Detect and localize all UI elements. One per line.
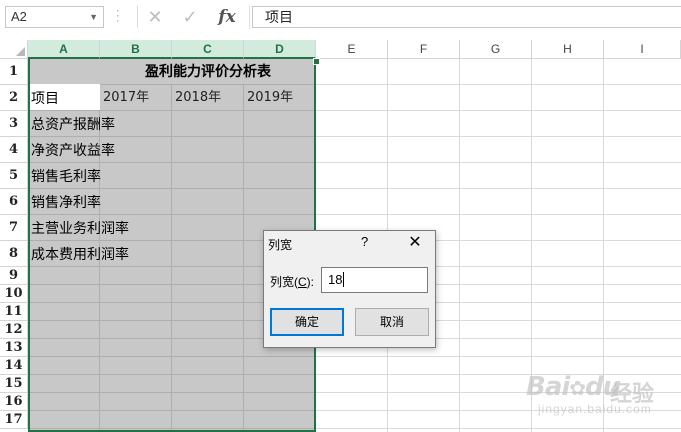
item-cell: 主营业务利润率 [31, 220, 129, 236]
column-header-c[interactable]: C [172, 40, 244, 59]
chevron-down-icon[interactable]: ▼ [89, 7, 98, 27]
select-all-button[interactable] [0, 40, 28, 59]
row-header[interactable]: 14 [0, 357, 28, 375]
column-header-b[interactable]: B [100, 40, 172, 59]
item-cell: 总资产报酬率 [31, 116, 115, 132]
row-header[interactable]: 16 [0, 393, 28, 411]
column-width-label: 列宽(C): [270, 273, 314, 290]
gridline [459, 59, 460, 432]
row-header[interactable]: 7 [0, 215, 28, 241]
header-item-cell: 项目 [31, 90, 59, 106]
item-cell: 成本费用利润率 [31, 246, 129, 262]
ok-button[interactable]: 确定 [270, 308, 344, 336]
text-cursor [343, 272, 345, 287]
item-cell: 销售毛利率 [31, 168, 101, 184]
label-suffix: ): [306, 275, 315, 289]
row-header[interactable]: 13 [0, 339, 28, 357]
close-icon[interactable]: ✕ [406, 232, 424, 252]
column-header-e[interactable]: E [316, 40, 388, 59]
row-header[interactable]: 6 [0, 189, 28, 215]
paw-icon: ✿ [569, 376, 586, 400]
column-width-dialog: 列宽 ? ✕ 列宽(C): 18 确定 取消 [263, 230, 436, 348]
baidu-watermark: Bai✿du 经验 jingyan.baidu.com [518, 370, 678, 425]
gridline [243, 85, 244, 432]
label-prefix: 列宽( [270, 275, 298, 289]
gridline [28, 410, 316, 411]
watermark-url: jingyan.baidu.com [538, 402, 652, 416]
row-header[interactable]: 1 [0, 59, 28, 85]
row-header[interactable]: 11 [0, 303, 28, 321]
item-cell: 销售净利率 [31, 194, 101, 210]
gridline [28, 356, 316, 357]
column-header-g[interactable]: G [460, 40, 532, 59]
column-header-h[interactable]: H [532, 40, 604, 59]
row-header[interactable]: 8 [0, 241, 28, 267]
gridline [171, 85, 172, 432]
row-header[interactable]: 9 [0, 267, 28, 285]
row-header[interactable]: 12 [0, 321, 28, 339]
enter-icon[interactable]: ✓ [175, 6, 205, 28]
column-header-i[interactable]: I [604, 40, 681, 59]
item-cell: 净资产收益率 [31, 142, 115, 158]
column-width-input[interactable]: 18 [321, 267, 428, 293]
formula-input[interactable]: 项目 [252, 6, 681, 28]
row-header[interactable]: 17 [0, 411, 28, 429]
name-box[interactable]: A2 ▼ [5, 6, 104, 28]
row-header[interactable]: 15 [0, 375, 28, 393]
column-width-value: 18 [328, 272, 343, 287]
help-icon[interactable]: ? [361, 234, 368, 249]
year-cell: 2019年 [247, 90, 294, 105]
separator [137, 6, 138, 28]
insert-function-icon[interactable]: fx [212, 6, 242, 28]
row-header[interactable]: 4 [0, 137, 28, 163]
row-header[interactable]: 2 [0, 85, 28, 111]
column-header-d[interactable]: D [244, 40, 316, 59]
column-header-f[interactable]: F [388, 40, 460, 59]
separator [249, 6, 250, 28]
watermark-brand: Bai [526, 372, 570, 402]
row-header[interactable]: 5 [0, 163, 28, 189]
sheet-title: 盈利能力评价分析表 [145, 64, 271, 80]
cancel-button[interactable]: 取消 [355, 308, 429, 336]
label-accelerator: C [298, 275, 307, 289]
year-cell: 2018年 [175, 90, 222, 105]
watermark-logo: Bai✿du [526, 372, 621, 402]
year-cell: 2017年 [103, 90, 150, 105]
cancel-icon[interactable]: ✕ [140, 6, 170, 28]
gridline [28, 374, 316, 375]
more-options-icon[interactable]: · · · [116, 6, 120, 27]
name-box-value: A2 [11, 9, 27, 24]
dialog-title: 列宽 [268, 238, 293, 252]
gridline [28, 392, 316, 393]
formula-bar: A2 ▼ · · · ✕ ✓ fx 项目 [0, 0, 681, 38]
gridline [28, 428, 316, 429]
row-header[interactable]: 3 [0, 111, 28, 137]
column-header-a[interactable]: A [28, 40, 100, 59]
row-header[interactable]: 10 [0, 285, 28, 303]
